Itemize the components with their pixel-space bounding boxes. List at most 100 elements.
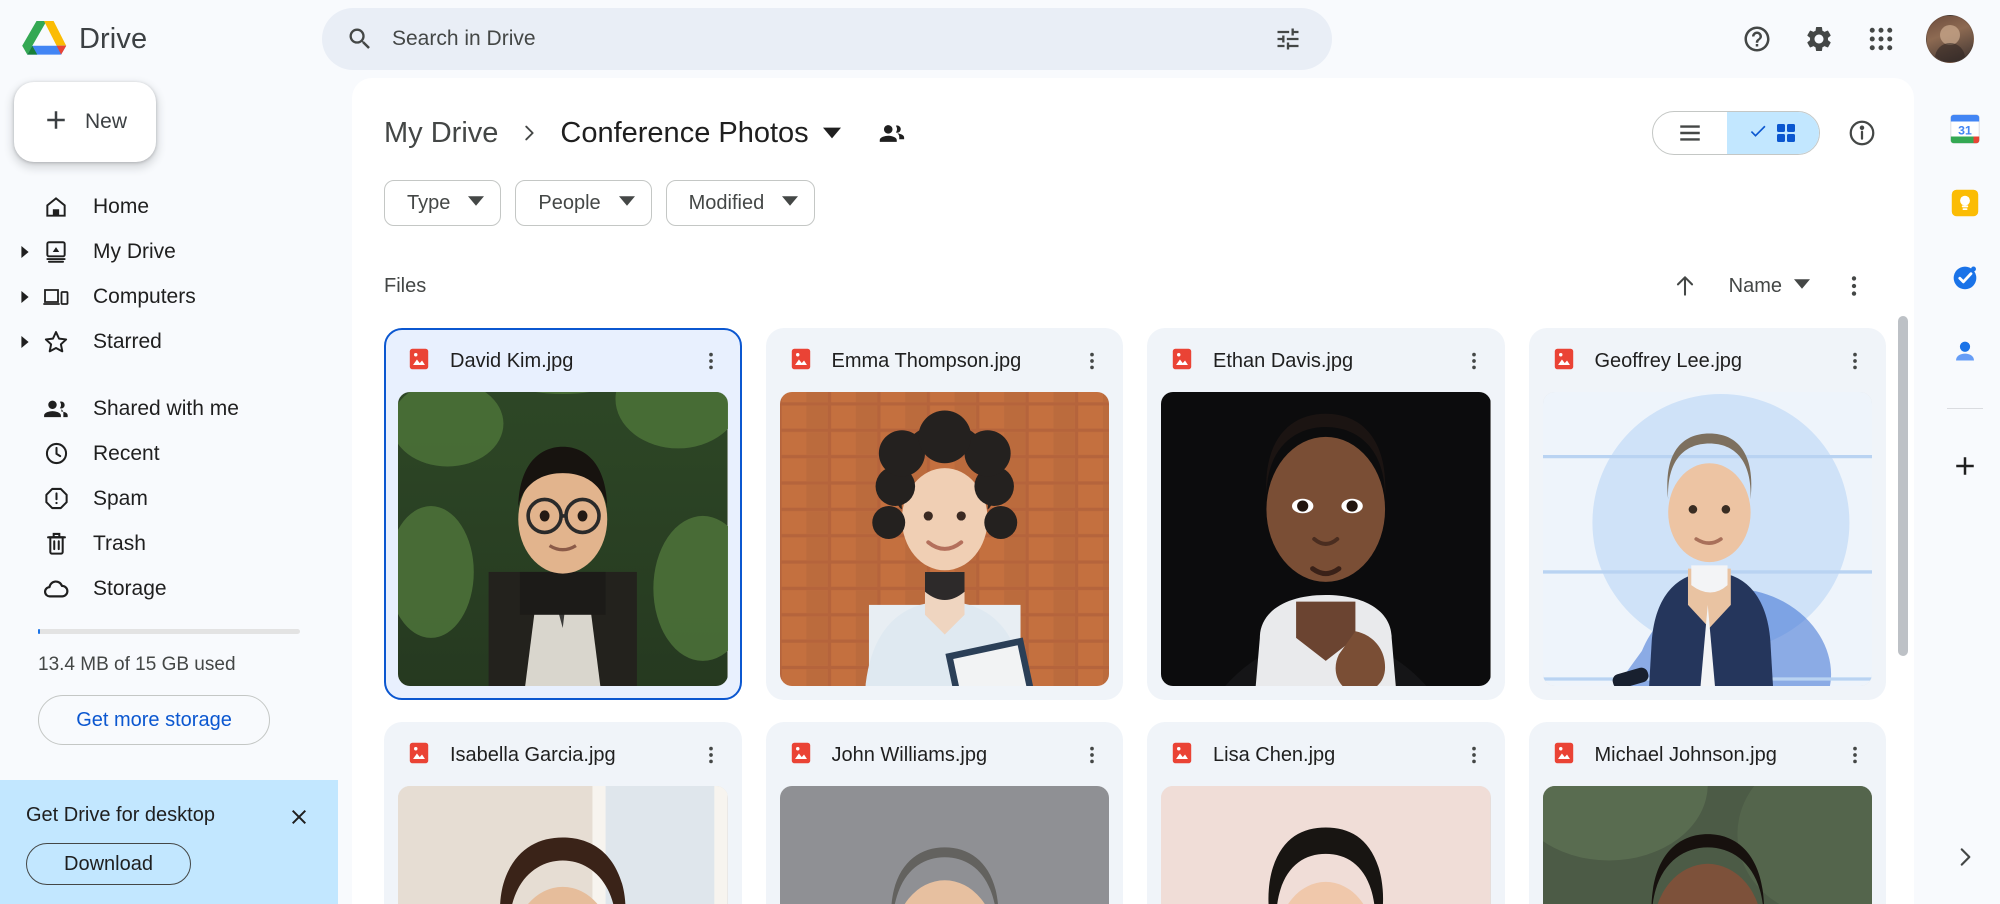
scrollbar[interactable] — [1898, 316, 1908, 890]
file-card[interactable]: Lisa Chen.jpg — [1147, 722, 1505, 904]
filter-chip-label: People — [538, 192, 600, 215]
image-file-icon — [406, 346, 432, 377]
tune-icon[interactable] — [1266, 17, 1310, 61]
sidebar-item-spam[interactable]: Spam — [0, 476, 320, 521]
list-view-icon[interactable] — [1653, 112, 1727, 154]
file-card[interactable]: Emma Thompson.jpg — [766, 328, 1124, 700]
chevron-right-icon — [518, 122, 540, 144]
image-file-icon — [406, 740, 432, 771]
more-vert-icon[interactable] — [690, 734, 732, 776]
sidebar-item-storage[interactable]: Storage — [0, 566, 320, 611]
new-button-label: New — [85, 110, 127, 134]
more-vert-icon[interactable] — [1071, 340, 1113, 382]
file-thumbnail[interactable] — [1161, 392, 1491, 686]
more-vert-icon[interactable] — [1453, 340, 1495, 382]
google-contacts-icon[interactable] — [1944, 330, 1986, 372]
more-vert-icon[interactable] — [690, 340, 732, 382]
top-bar: Drive Search in Drive — [0, 0, 2000, 78]
file-thumbnail[interactable] — [398, 786, 728, 904]
file-thumbnail[interactable] — [780, 786, 1110, 904]
plus-icon — [41, 105, 71, 140]
expand-caret-icon[interactable] — [14, 336, 36, 348]
google-keep-icon[interactable] — [1944, 182, 1986, 224]
sidebar-item-trash[interactable]: Trash — [0, 521, 320, 566]
breadcrumb-root[interactable]: My Drive — [384, 117, 498, 150]
side-panel-rail: 31 — [1930, 78, 2000, 904]
more-vert-icon[interactable] — [1834, 340, 1876, 382]
trash-icon — [36, 530, 76, 557]
file-card[interactable]: Michael Johnson.jpg — [1529, 722, 1887, 904]
google-tasks-icon[interactable] — [1944, 256, 1986, 298]
caret-down-icon[interactable] — [823, 124, 841, 142]
sidebar-item-my-drive[interactable]: My Drive — [0, 229, 320, 274]
svg-text:31: 31 — [1958, 124, 1972, 138]
help-icon[interactable] — [1730, 12, 1784, 66]
file-card[interactable]: Isabella Garcia.jpg — [384, 722, 742, 904]
new-button[interactable]: New — [14, 82, 156, 162]
file-thumbnail[interactable] — [1161, 786, 1491, 904]
sort-label: Name — [1729, 275, 1782, 298]
sidebar-item-shared-with-me[interactable]: Shared with me — [0, 386, 320, 431]
search-placeholder: Search in Drive — [392, 27, 1248, 51]
search-input[interactable]: Search in Drive — [322, 8, 1332, 70]
expand-caret-icon[interactable] — [14, 246, 36, 258]
file-card[interactable]: David Kim.jpg — [384, 328, 742, 700]
avatar[interactable] — [1926, 15, 1974, 63]
arrow-up-icon[interactable] — [1661, 262, 1709, 310]
google-calendar-icon[interactable]: 31 — [1944, 108, 1986, 150]
info-icon[interactable] — [1838, 109, 1886, 157]
sidebar-item-label: Spam — [93, 487, 148, 511]
grid-view-icon[interactable] — [1727, 112, 1819, 154]
computers-icon — [36, 284, 76, 310]
cloud-icon — [36, 574, 76, 603]
more-vert-icon[interactable] — [1834, 734, 1876, 776]
sidebar-item-label: Trash — [93, 532, 146, 556]
more-vert-icon[interactable] — [1071, 734, 1113, 776]
view-toggle — [1652, 111, 1820, 155]
clock-icon — [36, 440, 76, 467]
more-vert-icon[interactable] — [1453, 734, 1495, 776]
rail-divider — [1947, 408, 1983, 409]
download-button[interactable]: Download — [26, 843, 191, 885]
breadcrumb-current[interactable]: Conference Photos — [560, 117, 808, 150]
get-more-storage-button[interactable]: Get more storage — [38, 695, 270, 745]
file-thumbnail[interactable] — [398, 392, 728, 686]
file-thumbnail[interactable] — [1543, 392, 1873, 686]
file-card[interactable]: Ethan Davis.jpg — [1147, 328, 1505, 700]
file-thumbnail[interactable] — [780, 392, 1110, 686]
chevron-right-icon[interactable] — [1944, 836, 1986, 878]
sidebar-item-recent[interactable]: Recent — [0, 431, 320, 476]
home-icon — [36, 194, 76, 220]
image-file-icon — [1551, 740, 1577, 771]
caret-down-icon — [782, 192, 798, 215]
close-icon[interactable] — [286, 804, 312, 830]
sidebar-item-starred[interactable]: Starred — [0, 319, 320, 364]
filter-chip-type[interactable]: Type — [384, 180, 501, 226]
filter-chip-label: Modified — [689, 192, 765, 215]
main-area: My Drive Conference Photos — [338, 78, 1930, 904]
drive-desktop-banner: Get Drive for desktop Download — [0, 780, 338, 904]
files-sort-controls: Name — [1661, 262, 1878, 310]
sidebar-item-home[interactable]: Home — [0, 184, 320, 229]
breadcrumb: My Drive Conference Photos — [384, 106, 1886, 160]
file-card[interactable]: Geoffrey Lee.jpg — [1529, 328, 1887, 700]
top-right-actions — [1730, 12, 1978, 66]
filter-chips: Type People Modified — [384, 180, 1886, 226]
caret-down-icon — [468, 192, 484, 215]
apps-grid-icon[interactable] — [1854, 12, 1908, 66]
sidebar-item-computers[interactable]: Computers — [0, 274, 320, 319]
file-name: Michael Johnson.jpg — [1595, 744, 1817, 767]
file-thumbnail[interactable] — [1543, 786, 1873, 904]
filter-chip-modified[interactable]: Modified — [666, 180, 816, 226]
brand[interactable]: Drive — [20, 18, 320, 60]
sidebar-item-label: Starred — [93, 330, 162, 354]
more-vert-icon[interactable] — [1830, 262, 1878, 310]
expand-caret-icon[interactable] — [14, 291, 36, 303]
sort-by-button[interactable]: Name — [1715, 264, 1824, 308]
file-card[interactable]: John Williams.jpg — [766, 722, 1124, 904]
file-card-header: Lisa Chen.jpg — [1149, 724, 1503, 786]
filter-chip-people[interactable]: People — [515, 180, 651, 226]
plus-icon[interactable] — [1944, 445, 1986, 487]
shared-people-icon[interactable] — [877, 118, 907, 148]
gear-icon[interactable] — [1792, 12, 1846, 66]
